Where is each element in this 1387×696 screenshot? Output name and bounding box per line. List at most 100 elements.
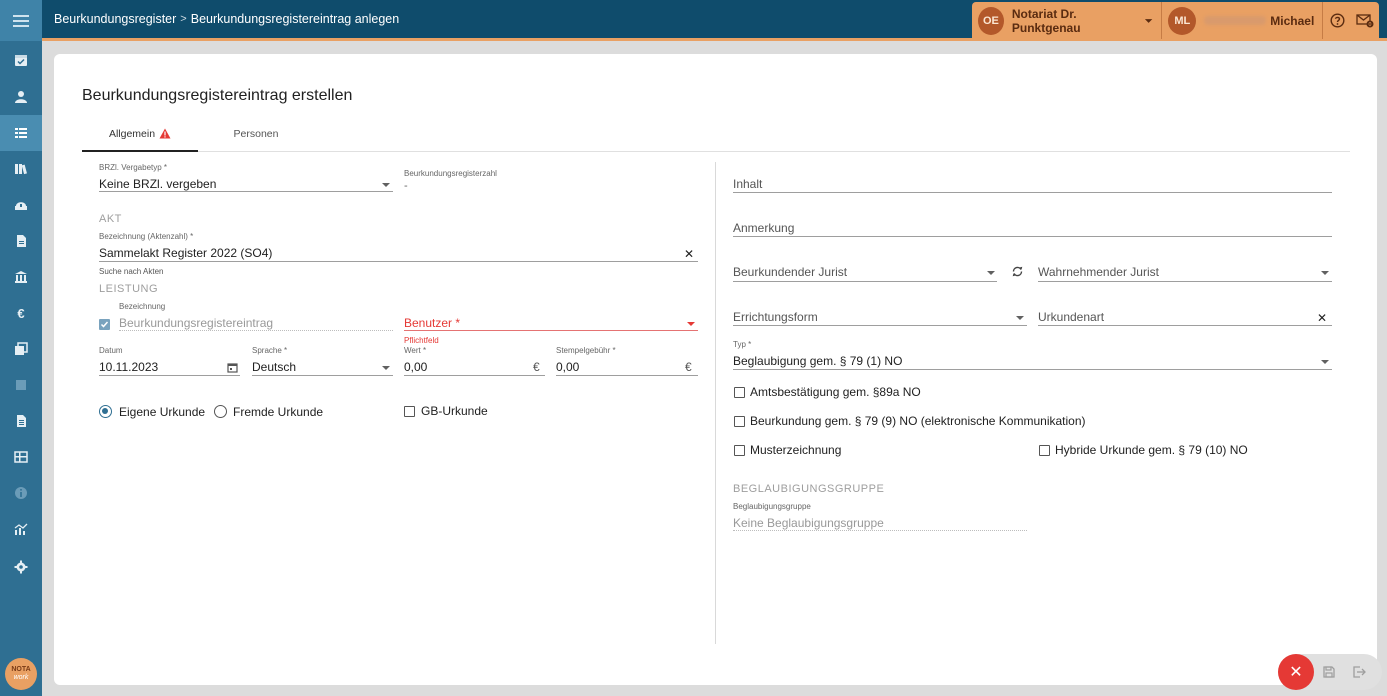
sidebar-item-files[interactable] <box>0 403 42 439</box>
sidebar-item-library[interactable] <box>0 151 42 187</box>
anmerkung-underline <box>733 236 1332 237</box>
person-icon <box>15 91 27 103</box>
org-avatar: OE <box>978 6 1004 35</box>
sprache-caret-icon[interactable] <box>382 366 390 370</box>
sidebar-item-calendar[interactable] <box>0 42 42 78</box>
beurkundender-caret-icon[interactable] <box>987 271 995 275</box>
datum-underline <box>99 375 240 376</box>
sidebar-item-copies[interactable] <box>0 331 42 367</box>
gb-urkunde-label[interactable]: GB-Urkunde <box>421 404 488 418</box>
musterzeichnung-checkbox[interactable] <box>734 445 745 456</box>
menu-toggle-button[interactable] <box>0 0 42 41</box>
svg-text:0: 0 <box>1368 22 1371 28</box>
org-selector[interactable]: OE Notariat Dr. Punktgenau <box>972 2 1161 39</box>
stempel-input[interactable]: 0,00 <box>556 360 579 374</box>
clear-akt-icon[interactable]: ✕ <box>684 247 694 261</box>
app-logo[interactable]: NOTA work <box>5 658 37 690</box>
wahrnehmender-underline <box>1038 281 1332 282</box>
cancel-button[interactable]: ✕ <box>1278 654 1314 690</box>
user-avatar: ML <box>1168 6 1197 35</box>
user-surname-blurred <box>1204 16 1267 25</box>
tab-personen[interactable]: Personen <box>198 124 314 152</box>
akt-search-hint[interactable]: Suche nach Akten <box>99 267 164 276</box>
radio-fremde-label[interactable]: Fremde Urkunde <box>233 405 323 419</box>
bezeichnung-akt-input[interactable]: Sammelakt Register 2022 (SO4) <box>99 246 272 260</box>
help-button[interactable] <box>1323 2 1351 39</box>
bezeichnung-checkbox[interactable] <box>99 319 110 330</box>
errichtungsform-caret-icon[interactable] <box>1016 316 1024 320</box>
bank-lock-icon <box>15 202 27 210</box>
leistung-section-title: LEISTUNG <box>99 283 159 295</box>
beglaubigungsgruppe-underline <box>733 530 1027 531</box>
sidebar-item-registers[interactable] <box>0 439 42 475</box>
registerzahl-value: - <box>404 180 408 192</box>
help-icon <box>1330 13 1345 28</box>
user-menu[interactable]: ML Michael <box>1162 2 1322 39</box>
urkundenart-input[interactable]: Urkundenart <box>1038 310 1104 324</box>
hybride-urkunde-label[interactable]: Hybride Urkunde gem. § 79 (10) NO <box>1055 443 1248 457</box>
calendar-icon[interactable] <box>227 362 238 373</box>
wahrnehmender-jurist-select[interactable]: Wahrnehmender Jurist <box>1038 265 1159 279</box>
sidebar-item-register[interactable] <box>0 115 42 151</box>
tab-allgemein[interactable]: Allgemein <box>82 124 198 152</box>
urkundenart-underline <box>1038 325 1332 326</box>
amtsbestaetigung-label[interactable]: Amtsbestätigung gem. §89a NO <box>750 385 921 399</box>
sidebar-item-bank[interactable] <box>0 259 42 295</box>
bezeichnung-value: Beurkundungsregistereintrag <box>119 316 274 330</box>
radio-fremde-urkunde[interactable] <box>214 405 227 418</box>
save-and-exit-button[interactable] <box>1348 661 1370 683</box>
sidebar-item-statistics[interactable] <box>0 511 42 547</box>
beurkundender-jurist-select[interactable]: Beurkundender Jurist <box>733 265 847 279</box>
wert-input[interactable]: 0,00 <box>404 360 427 374</box>
datum-input[interactable]: 10.11.2023 <box>99 360 158 374</box>
bezeichnung-akt-label: Bezeichnung (Aktenzahl) * <box>99 232 194 241</box>
gear-icon <box>14 560 28 574</box>
tab-allgemein-label: Allgemein <box>108 128 156 140</box>
clear-urkundenart-icon[interactable]: ✕ <box>1317 311 1327 325</box>
logo-text-bottom: work <box>13 674 29 681</box>
amtsbestaetigung-checkbox[interactable] <box>734 387 745 398</box>
hybride-urkunde-checkbox[interactable] <box>1039 445 1050 456</box>
sidebar-item-safe[interactable] <box>0 187 42 223</box>
inhalt-input[interactable]: Inhalt <box>733 177 762 191</box>
anmerkung-input[interactable]: Anmerkung <box>733 221 794 235</box>
refresh-icon[interactable] <box>1011 265 1024 278</box>
musterzeichnung-label[interactable]: Musterzeichnung <box>750 443 841 457</box>
beurkundung-elektronisch-label[interactable]: Beurkundung gem. § 79 (9) NO (elektronis… <box>750 414 1086 428</box>
vergabetyp-select[interactable]: Keine BRZl. vergeben <box>99 177 216 191</box>
sprache-select[interactable]: Deutsch <box>252 360 296 374</box>
typ-caret-icon[interactable] <box>1321 360 1329 364</box>
sprache-label: Sprache * <box>252 346 288 355</box>
stempel-currency: € <box>685 360 692 374</box>
breadcrumb-root[interactable]: Beurkundungsregister <box>54 12 176 26</box>
sidebar-item-blank[interactable] <box>0 367 42 403</box>
beglaubigungsgruppe-label: Beglaubigungsgruppe <box>733 502 811 511</box>
radio-eigene-urkunde[interactable] <box>99 405 112 418</box>
sidebar-item-documents[interactable] <box>0 223 42 259</box>
sidebar-item-info[interactable] <box>0 475 42 511</box>
gb-urkunde-checkbox[interactable] <box>404 406 415 417</box>
typ-select[interactable]: Beglaubigung gem. § 79 (1) NO <box>733 354 902 368</box>
wahrnehmender-caret-icon[interactable] <box>1321 271 1329 275</box>
vergabetyp-underline <box>99 191 393 192</box>
top-bar: Beurkundungsregister > Beurkundungsregis… <box>42 0 1387 41</box>
sidebar-item-finance[interactable]: € <box>0 295 42 331</box>
beurkundung-elektronisch-checkbox[interactable] <box>734 416 745 427</box>
messages-button[interactable]: 0 <box>1351 2 1379 39</box>
main-card: Beurkundungsregistereintrag erstellen Al… <box>54 54 1377 685</box>
vergabetyp-caret-icon[interactable] <box>382 183 390 187</box>
benutzer-underline <box>404 330 698 331</box>
header-account-area: OE Notariat Dr. Punktgenau ML Michael 0 <box>972 2 1379 39</box>
info-icon <box>15 487 27 499</box>
save-button[interactable] <box>1318 661 1340 683</box>
action-button-group: ✕ <box>1278 654 1382 690</box>
datum-label: Datum <box>99 346 123 355</box>
sidebar-item-settings[interactable] <box>0 549 42 585</box>
bank-icon <box>15 271 27 283</box>
benutzer-select[interactable]: Benutzer * <box>404 316 460 330</box>
errichtungsform-select[interactable]: Errichtungsform <box>733 310 818 324</box>
breadcrumb-separator: > <box>180 13 187 25</box>
radio-eigene-label[interactable]: Eigene Urkunde <box>119 405 205 419</box>
sidebar-item-persons[interactable] <box>0 79 42 115</box>
benutzer-caret-icon[interactable] <box>687 322 695 326</box>
